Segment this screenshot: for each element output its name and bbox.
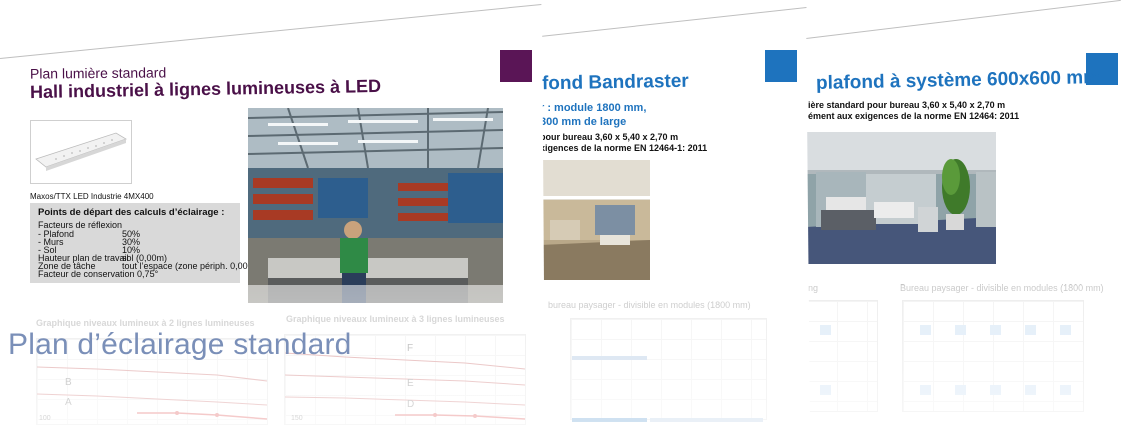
luminaire-cell [955,325,966,335]
purple-accent-square [500,50,532,82]
spec-label: Facteur de conservation 0,75° [38,269,159,279]
floor-plan-grid [570,318,767,420]
luminaire-cell [1060,325,1071,335]
curve-label: F [407,343,414,354]
spec-heading: Points de départ des calculs d’éclairage… [38,207,225,218]
led-luminaire-icon [35,132,127,171]
luminaire-cell [955,385,966,395]
floor-plan-grid-left [806,300,878,412]
luminaire-row [572,356,647,360]
luminaire-cell [820,385,831,395]
plan-caption: bureau paysager - divisible en modules (… [548,300,751,310]
office-photo [540,160,650,280]
axis-tick: 100 [39,415,51,422]
page-title: plafond à système 600x600 mm [815,67,1101,94]
luminaire-cell [990,385,1001,395]
luminaire-cell [1025,385,1036,395]
page-norm-line: xigences de la norme EN 12464-1: 2011 [540,143,708,153]
luminaire-cell [920,385,931,395]
luminaire-cell [990,325,1001,335]
plan-caption: Bureau paysager - divisible en modules (… [900,283,1104,293]
brochure-page-bandraster: fond Bandraster r : module 1800 mm, 300 … [500,6,810,427]
axis-tick: 150 [291,415,303,422]
curve-label: A [65,397,72,408]
curve-label: D [407,399,415,410]
product-caption: Maxos/TTX LED Industrie 4MX400 [30,192,154,201]
spec-box: Points de départ des calculs d’éclairage… [30,203,258,283]
luminaire-cell [820,325,831,335]
office-photo [806,132,996,264]
page-subtitle-1: r : module 1800 mm, [540,102,647,114]
luminaire-row [650,418,763,422]
page-subtitle: ière standard pour bureau 3,60 x 5,40 x … [808,100,1006,110]
luminaire-cell [1025,325,1036,335]
luminaire-row [572,418,647,422]
page-subtitle-2: 300 mm de large [540,116,627,128]
product-image-frame [30,120,132,184]
brochure-page-industrial-hall: Plan lumière standard Hall industriel à … [0,4,545,427]
brochure-page-office-600: plafond à système 600x600 mm ière standa… [806,0,1121,427]
luminaire-cell [920,325,931,335]
industrial-hall-photo [248,108,503,303]
page-title: fond Bandraster [541,70,689,95]
floor-plan-grid [902,300,1084,412]
page-norm-line: ément aux exigences de la norme EN 12464… [808,111,1020,121]
graph-title-left: Graphique niveaux lumineux à 2 lignes lu… [36,318,255,328]
curve-label: E [407,378,414,389]
curve-label: B [65,377,72,388]
overlay-section-title: Plan d’éclairage standard [8,328,352,361]
graph-title-right: Graphique niveaux lumineux à 3 lignes lu… [286,314,505,324]
page-kicker: Plan lumière standard [29,64,167,82]
luminaire-cell [1060,385,1071,395]
blue-accent-square [765,50,797,82]
page-room-line: pour bureau 3,60 x 5,40 x 2,70 m [540,132,679,142]
